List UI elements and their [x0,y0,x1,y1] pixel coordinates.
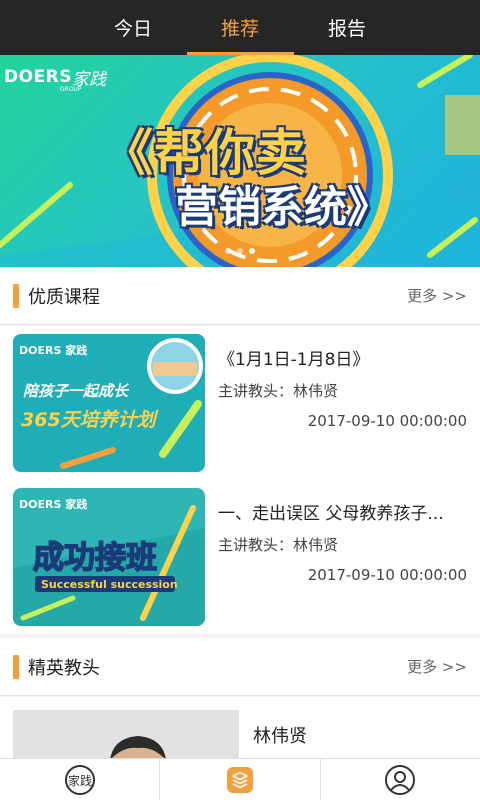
nav-logo-text: 家践 [68,773,92,788]
user-icon [385,764,416,795]
banner-brand: DOERS [4,67,73,87]
nav-courses[interactable] [160,759,321,800]
course-thumbnail: DOERS 家践 成功接班 Successful succession [13,488,205,626]
course-thumbnail: DOERS 家践 陪孩子一起成长 365天培养计划 [13,334,205,472]
course-teacher: 主讲教头：林伟贤 [218,382,339,400]
course-title: 一、走出误区 父母教养孩子... [218,504,444,524]
thumb-brand: DOERS 家践 [19,343,87,357]
courses-section-title: 优质课程 [28,286,100,308]
tab-recommend[interactable]: 推荐 [186,0,294,55]
pager-dot-active[interactable] [249,248,255,254]
bottom-nav: 家践 [0,758,480,800]
teachers-section-header: 精英教头 更多 >> [0,638,480,696]
layers-icon [226,766,253,793]
teachers-more-link[interactable]: 更多 >> [407,656,467,677]
section-accent-bar [13,654,19,679]
banner-headline-2: 营销系统》 [175,183,390,233]
pager-dot[interactable] [225,248,231,254]
nav-profile[interactable] [321,759,480,800]
section-accent-bar [13,283,19,308]
thumb-line-1: 陪孩子一起成长 [23,382,130,400]
courses-more-link[interactable]: 更多 >> [407,285,467,306]
course-item[interactable]: DOERS 家践 成功接班 Successful succession 一、走出… [0,480,480,634]
thumb-brand: DOERS 家践 [19,497,87,511]
thumb-line-2: 365天培养计划 [21,409,159,431]
course-title: 《1月1日-1月8日》 [218,350,370,370]
teacher-item[interactable]: 林伟贤 [0,697,480,780]
course-date: 2017-09-10 00:00:00 [307,412,467,430]
course-item[interactable]: DOERS 家践 陪孩子一起成长 365天培养计划 《1月1日-1月8日》 主讲… [0,326,480,480]
top-tab-bar: 今日 推荐 报告 [0,0,480,55]
banner-brand-cn: 家践 [72,70,106,90]
promo-banner[interactable]: DOERS GROUP 家践 《帮你卖 营销系统》 [0,55,480,267]
pager-dot[interactable] [237,248,243,254]
brand-logo-icon: 家践 [64,764,95,795]
teacher-name: 林伟贤 [253,726,307,747]
thumb-line-1: 成功接班 [33,540,157,576]
tab-today[interactable]: 今日 [80,0,187,55]
teachers-section-title: 精英教头 [28,657,100,679]
courses-section-header: 优质课程 更多 >> [0,267,480,325]
course-thumbnail-graphic: DOERS 家践 成功接班 Successful succession [13,488,205,626]
course-date: 2017-09-10 00:00:00 [307,566,467,584]
nav-home[interactable]: 家践 [0,759,161,800]
thumb-line-2: Successful succession [41,578,178,591]
course-teacher: 主讲教头：林伟贤 [218,536,339,554]
banner-pager [225,248,255,254]
tab-report[interactable]: 报告 [294,0,401,55]
course-thumbnail-graphic: DOERS 家践 陪孩子一起成长 365天培养计划 [13,334,205,472]
